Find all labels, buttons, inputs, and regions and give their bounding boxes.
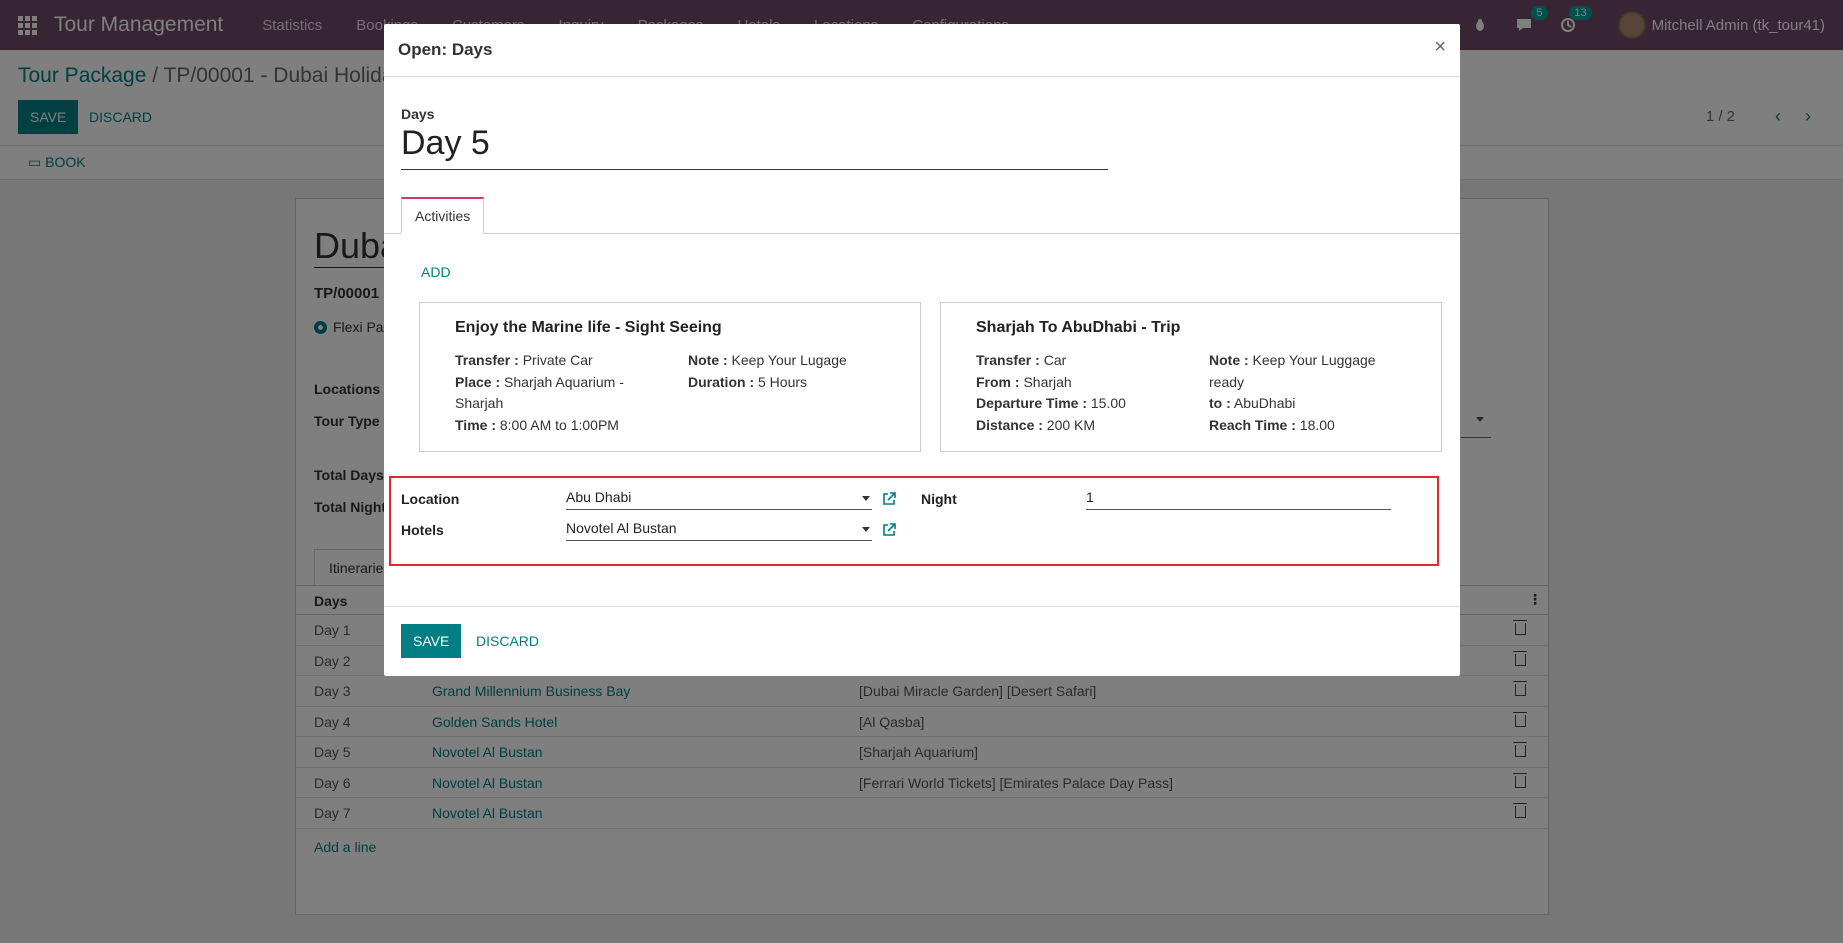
detail-value: Private Car xyxy=(518,352,593,368)
detail-value: 15.00 xyxy=(1087,395,1126,411)
detail-key: Transfer : xyxy=(455,352,519,368)
activity-card[interactable]: Enjoy the Marine life - Sight Seeing Tra… xyxy=(419,302,921,452)
detail-key: From : xyxy=(976,373,1020,390)
tab-activities[interactable]: Activities xyxy=(401,197,485,234)
detail-value: 200 KM xyxy=(1042,416,1096,433)
detail-value: Car xyxy=(1039,352,1067,368)
days-field-label: Days xyxy=(401,106,435,122)
night-label: Night xyxy=(921,491,957,507)
detail-value: 5 Hours xyxy=(754,373,808,390)
location-field[interactable]: Abu Dhabi xyxy=(566,486,872,510)
activity-card[interactable]: Sharjah To AbuDhabi - Trip Transfer : Ca… xyxy=(940,302,1442,452)
detail-key: to : xyxy=(1209,395,1231,411)
detail-value: Sharjah xyxy=(1019,373,1072,390)
detail-value: Keep Your Lugage xyxy=(727,352,847,368)
detail-key: Duration : xyxy=(688,373,755,390)
activity-title: Sharjah To AbuDhabi - Trip xyxy=(976,319,1181,336)
chevron-down-icon[interactable] xyxy=(862,496,870,501)
detail-key: Reach Time : xyxy=(1209,416,1296,433)
hotels-field[interactable]: Novotel Al Bustan xyxy=(566,517,872,541)
dialog-header: Open: Days × xyxy=(384,24,1460,77)
detail-key: Transfer : xyxy=(976,352,1040,368)
detail-key: Place : xyxy=(455,373,501,390)
hotels-label: Hotels xyxy=(401,522,444,538)
night-value: 1 xyxy=(1086,489,1094,505)
detail-key: Distance : xyxy=(976,416,1043,433)
add-activity-button[interactable]: ADD xyxy=(421,264,451,280)
activity-details-right: Note : Keep Your Luggage ready to : AbuD… xyxy=(1209,350,1409,436)
activity-details-right: Note : Keep Your Lugage Duration : 5 Hou… xyxy=(688,350,888,393)
location-value: Abu Dhabi xyxy=(566,489,632,505)
detail-key: Note : xyxy=(1209,352,1249,368)
location-label: Location xyxy=(401,491,460,507)
dialog-title: Open: Days xyxy=(398,40,493,59)
tab-bar xyxy=(384,233,1460,234)
detail-key: Note : xyxy=(688,352,728,368)
detail-key: Departure Time : xyxy=(976,395,1087,411)
dialog-save-button[interactable]: SAVE xyxy=(401,624,462,658)
close-icon[interactable]: × xyxy=(1434,36,1446,59)
external-link-icon[interactable] xyxy=(882,523,896,537)
hotels-value: Novotel Al Bustan xyxy=(566,520,677,536)
night-input[interactable]: 1 xyxy=(1086,486,1391,510)
activity-details-left: Transfer : Car From : Sharjah Departure … xyxy=(976,350,1176,436)
dialog-footer: SAVE DISCARD xyxy=(384,606,1460,676)
detail-value: AbuDhabi xyxy=(1230,395,1296,411)
external-link-icon[interactable] xyxy=(882,492,896,506)
days-dialog: Open: Days × Days Day 5 Activities ADD E… xyxy=(384,24,1460,676)
chevron-down-icon[interactable] xyxy=(862,527,870,532)
detail-value: 8:00 AM to 1:00PM xyxy=(495,416,619,433)
activity-title: Enjoy the Marine life - Sight Seeing xyxy=(455,319,722,336)
detail-value: 18.00 xyxy=(1295,416,1335,433)
activity-details-left: Transfer : Private Car Place : Sharjah A… xyxy=(455,350,655,436)
day-name-input[interactable]: Day 5 xyxy=(401,124,1108,170)
detail-key: Time : xyxy=(455,416,496,433)
dialog-discard-button[interactable]: DISCARD xyxy=(476,633,539,649)
